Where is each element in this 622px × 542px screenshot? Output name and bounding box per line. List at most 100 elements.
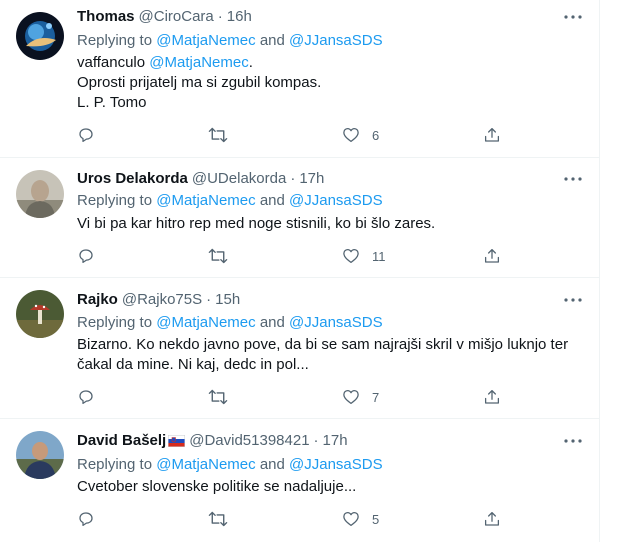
replying-to: Replying to @MatjaNemec and @JJansaSDS xyxy=(77,31,383,51)
author-handle[interactable]: @UDelakorda xyxy=(192,169,286,189)
retweet-icon xyxy=(208,389,228,405)
retweet-icon xyxy=(208,511,228,527)
mention-link[interactable]: @JJansaSDS xyxy=(289,32,383,49)
tweet-text-line: Oprosti prijatelj ma si zgubil kompas. xyxy=(77,74,322,91)
tweet-text-line: Bizarno. Ko nekdo javno pove, da bi se s… xyxy=(77,336,569,353)
share-button[interactable] xyxy=(483,509,501,529)
author-name[interactable]: Uros Delakorda xyxy=(77,169,188,189)
more-horizontal-icon xyxy=(564,177,582,181)
replying-to-label: Replying to xyxy=(77,314,153,331)
like-button[interactable]: 6 xyxy=(342,125,379,145)
tweet-text: Cvetober slovenske politike se nadaljuje… xyxy=(77,477,582,497)
heart-icon xyxy=(343,511,359,527)
like-count: 5 xyxy=(372,511,380,527)
author-name[interactable]: Thomas xyxy=(77,7,135,27)
share-icon xyxy=(484,127,500,142)
tweet-text: vaffanculo @MatjaNemec. Oprosti prijatel… xyxy=(77,53,582,113)
retweet-button[interactable] xyxy=(208,509,228,529)
retweet-icon xyxy=(208,127,228,143)
mention-link[interactable]: @JJansaSDS xyxy=(289,192,383,209)
separator-dot: · xyxy=(313,432,319,449)
action-bar: 11 xyxy=(77,246,582,266)
replying-to: Replying to @MatjaNemec and @JJansaSDS xyxy=(77,191,383,211)
timestamp[interactable]: 16h xyxy=(227,7,252,27)
reply-icon xyxy=(79,249,93,264)
tweet[interactable]: Rajko @Rajko75S · 15h Replying to @Matja… xyxy=(0,278,600,419)
tweet-text: Bizarno. Ko nekdo javno pove, da bi se s… xyxy=(77,335,582,375)
author-handle[interactable]: @David51398421 xyxy=(189,431,309,451)
share-icon xyxy=(484,248,500,263)
author-name[interactable]: Rajko xyxy=(77,290,118,310)
reply-feed: Thomas @CiroCara · 16h Replying to @Matj… xyxy=(0,0,600,542)
like-count: 6 xyxy=(372,127,380,143)
mention-link[interactable]: @MatjaNemec xyxy=(156,192,255,209)
share-icon xyxy=(484,511,500,526)
like-count: 7 xyxy=(372,389,380,405)
share-button[interactable] xyxy=(483,246,501,266)
tweet[interactable]: Thomas @CiroCara · 16h Replying to @Matj… xyxy=(0,0,600,158)
replying-to: Replying to @MatjaNemec and @JJansaSDS xyxy=(77,455,383,475)
avatar[interactable] xyxy=(16,12,64,60)
like-count: 11 xyxy=(372,248,386,264)
replying-to-and: and xyxy=(259,32,285,49)
like-button[interactable]: 5 xyxy=(342,509,379,529)
mention-link[interactable]: @JJansaSDS xyxy=(289,456,383,473)
replying-to-label: Replying to xyxy=(77,192,153,209)
avatar[interactable] xyxy=(16,431,64,479)
heart-icon xyxy=(343,389,359,405)
tweet-text-segment: . xyxy=(248,54,253,71)
heart-icon xyxy=(343,248,359,264)
author-handle[interactable]: @Rajko75S xyxy=(122,290,202,310)
retweet-button[interactable] xyxy=(208,125,228,145)
separator-dot: · xyxy=(206,291,212,308)
retweet-icon xyxy=(208,248,228,264)
avatar[interactable] xyxy=(16,170,64,218)
tweet-text-line: Cvetober slovenske politike se nadaljuje… xyxy=(77,478,357,495)
timestamp[interactable]: 17h xyxy=(323,431,348,451)
action-bar: 6 xyxy=(77,125,582,145)
more-button[interactable] xyxy=(562,7,584,27)
more-horizontal-icon xyxy=(564,439,582,443)
reply-icon xyxy=(79,512,93,527)
share-button[interactable] xyxy=(483,387,501,407)
share-button[interactable] xyxy=(483,125,501,145)
mention-link[interactable]: @MatjaNemec xyxy=(149,54,248,71)
mention-link[interactable]: @MatjaNemec xyxy=(156,32,255,49)
tweet-header: Thomas @CiroCara · 16h xyxy=(77,7,252,27)
mention-link[interactable]: @MatjaNemec xyxy=(156,314,255,331)
author-name[interactable]: David Bašelj xyxy=(77,431,166,451)
reply-button[interactable] xyxy=(77,387,95,407)
slovenia-flag-icon xyxy=(168,435,186,447)
separator-dot: · xyxy=(217,8,223,25)
tweet-text: Vi bi pa kar hitro rep med noge stisnili… xyxy=(77,214,582,234)
tweet[interactable]: Uros Delakorda @UDelakorda · 17h Replyin… xyxy=(0,158,600,278)
action-bar: 5 xyxy=(77,509,582,529)
heart-icon xyxy=(343,127,359,143)
mention-link[interactable]: @JJansaSDS xyxy=(289,314,383,331)
like-button[interactable]: 7 xyxy=(342,387,379,407)
retweet-button[interactable] xyxy=(208,246,228,266)
author-handle[interactable]: @CiroCara xyxy=(139,7,214,27)
action-bar: 7 xyxy=(77,387,582,407)
tweet-header: Uros Delakorda @UDelakorda · 17h xyxy=(77,169,324,189)
replying-to-label: Replying to xyxy=(77,32,153,49)
more-button[interactable] xyxy=(562,431,584,451)
replying-to-and: and xyxy=(259,192,285,209)
more-horizontal-icon xyxy=(564,15,582,19)
retweet-button[interactable] xyxy=(208,387,228,407)
tweet[interactable]: David Bašelj @David51398421 · 17h Replyi… xyxy=(0,419,600,542)
avatar[interactable] xyxy=(16,290,64,338)
reply-button[interactable] xyxy=(77,125,95,145)
more-button[interactable] xyxy=(562,290,584,310)
tweet-header: David Bašelj @David51398421 · 17h xyxy=(77,431,348,451)
share-icon xyxy=(484,389,500,404)
like-button[interactable]: 11 xyxy=(342,246,386,266)
reply-button[interactable] xyxy=(77,246,95,266)
more-button[interactable] xyxy=(562,169,584,189)
reply-button[interactable] xyxy=(77,509,95,529)
reply-icon xyxy=(79,128,93,143)
timestamp[interactable]: 15h xyxy=(215,290,240,310)
timestamp[interactable]: 17h xyxy=(299,169,324,189)
mention-link[interactable]: @MatjaNemec xyxy=(156,456,255,473)
replying-to-and: and xyxy=(259,314,285,331)
